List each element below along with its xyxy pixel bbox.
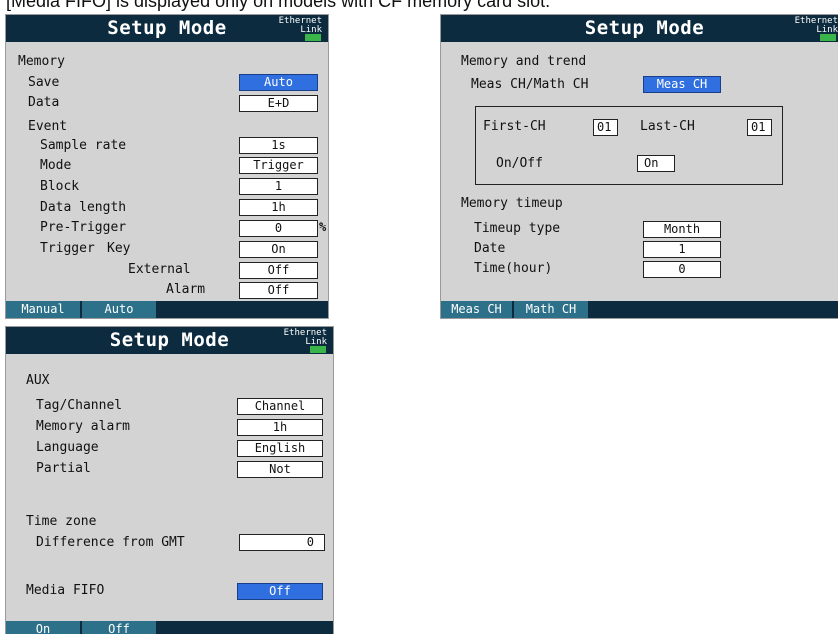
link-led-icon [310, 346, 326, 353]
section-timeup: Memory timeup [461, 196, 563, 211]
memory-alarm-label: Memory alarm [36, 419, 130, 434]
title-bar: Setup Mode Ethernet Link [441, 15, 838, 42]
tag-channel-label: Tag/Channel [36, 398, 123, 413]
gmt-difference-label: Difference from GMT [36, 535, 185, 550]
data-label: Data [28, 95, 60, 110]
setup-panel-memory-trend: Setup Mode Ethernet Link Memory and trend… [440, 14, 838, 319]
date-label: Date [474, 241, 506, 256]
external-field[interactable]: Off [239, 262, 318, 279]
last-ch-label: Last-CH [640, 119, 695, 134]
meas-math-label: Meas CH/Math CH [471, 77, 589, 92]
gmt-difference-field[interactable]: 0 [239, 534, 325, 551]
sample-rate-field[interactable]: 1s [239, 137, 318, 154]
tag-channel-field[interactable]: Channel [237, 398, 323, 415]
block-field[interactable]: 1 [239, 178, 318, 195]
save-label: Save [28, 75, 60, 90]
onoff-field[interactable]: On [637, 155, 675, 172]
link-led-icon [820, 34, 836, 41]
last-ch-field[interactable]: 01 [747, 119, 772, 136]
percent-unit: % [319, 220, 327, 234]
pre-trigger-label: Pre-Trigger [40, 220, 127, 235]
pre-trigger-field[interactable]: 0 [239, 220, 318, 237]
caption-note: [Media FIFO] is displayed only on models… [6, 0, 551, 11]
title-bar: Setup Mode Ethernet Link [6, 15, 328, 42]
mode-label: Mode [40, 158, 72, 173]
setup-panel-aux: Setup Mode Ethernet Link AUX Tag/Channel … [5, 326, 334, 634]
ethernet-status: Ethernet Link [283, 328, 327, 347]
link-led-icon [305, 34, 321, 41]
partial-field[interactable]: Not [237, 461, 323, 478]
section-memory-trend: Memory and trend [461, 54, 587, 69]
softkey-on[interactable]: On [6, 621, 80, 634]
key-field[interactable]: On [239, 241, 318, 258]
date-field[interactable]: 1 [643, 241, 721, 258]
softkey-bar: Meas CH Math CH [441, 301, 838, 318]
meas-math-field[interactable]: Meas CH [643, 76, 721, 93]
mode-field[interactable]: Trigger [239, 157, 318, 174]
language-label: Language [36, 440, 99, 455]
softkey-math-ch[interactable]: Math CH [514, 301, 588, 318]
save-field[interactable]: Auto [239, 74, 318, 91]
key-label: Key [107, 241, 131, 256]
ethernet-status: Ethernet Link [278, 16, 322, 35]
alarm-label: Alarm [166, 282, 206, 297]
page-title: Setup Mode [584, 17, 705, 39]
block-label: Block [40, 179, 80, 194]
section-timezone: Time zone [26, 514, 97, 529]
softkey-manual[interactable]: Manual [6, 301, 80, 318]
softkey-bar: Manual Auto [6, 301, 328, 318]
softkey-auto[interactable]: Auto [82, 301, 156, 318]
partial-label: Partial [36, 461, 91, 476]
language-field[interactable]: English [237, 440, 323, 457]
channel-range-frame [475, 106, 783, 185]
ethernet-status: Ethernet Link [794, 16, 838, 35]
time-hour-field[interactable]: 0 [643, 261, 721, 278]
memory-alarm-field[interactable]: 1h [237, 419, 323, 436]
external-label: External [128, 262, 191, 277]
media-fifo-label: Media FIFO [26, 583, 105, 598]
softkey-bar: On Off [6, 621, 333, 634]
sample-rate-label: Sample rate [40, 138, 127, 153]
data-length-label: Data length [40, 200, 127, 215]
timeup-type-label: Timeup type [474, 221, 561, 236]
softkey-off[interactable]: Off [82, 621, 156, 634]
title-bar: Setup Mode Ethernet Link [6, 327, 333, 354]
data-field[interactable]: E+D [239, 95, 318, 112]
onoff-label: On/Off [496, 156, 543, 171]
media-fifo-field[interactable]: Off [237, 583, 323, 600]
time-hour-label: Time(hour) [474, 261, 553, 276]
data-length-field[interactable]: 1h [239, 199, 318, 216]
softkey-meas-ch[interactable]: Meas CH [441, 301, 512, 318]
section-memory: Memory [18, 54, 65, 69]
first-ch-field[interactable]: 01 [593, 119, 618, 136]
timeup-type-field[interactable]: Month [643, 221, 721, 238]
section-aux: AUX [26, 373, 50, 388]
alarm-field[interactable]: Off [239, 282, 318, 299]
setup-panel-memory: Setup Mode Ethernet Link Memory Save Auto… [5, 14, 329, 319]
trigger-label: Trigger [40, 241, 95, 256]
section-event: Event [28, 119, 68, 134]
first-ch-label: First-CH [483, 119, 546, 134]
